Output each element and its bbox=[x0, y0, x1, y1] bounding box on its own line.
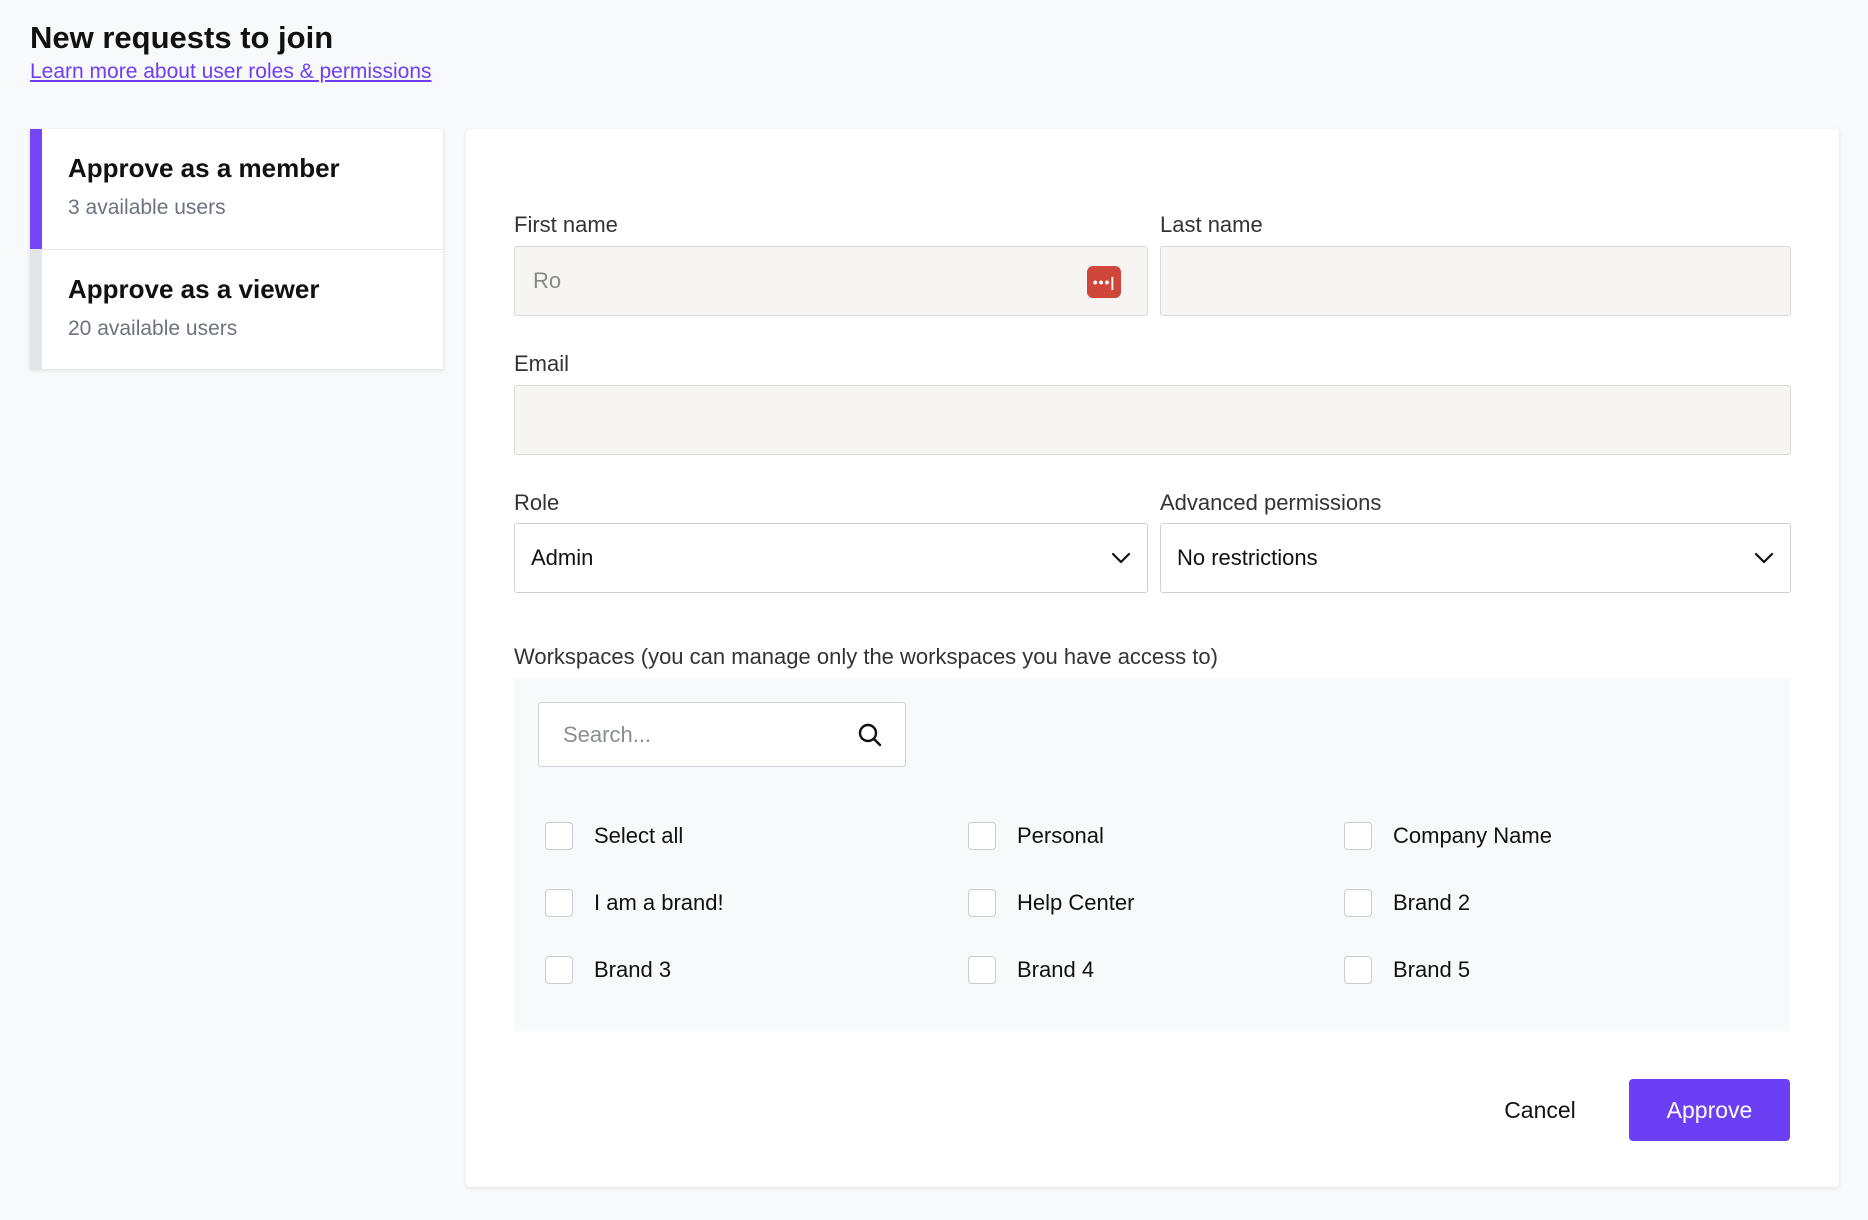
advanced-permissions-label: Advanced permissions bbox=[1160, 490, 1382, 515]
workspace-checkbox-i-am-a-brand[interactable]: I am a brand! bbox=[545, 889, 724, 917]
last-name-field[interactable] bbox=[1160, 246, 1791, 316]
chevron-down-icon bbox=[1111, 552, 1131, 564]
checkbox[interactable] bbox=[545, 889, 573, 917]
checkbox-label: Brand 2 bbox=[1393, 890, 1471, 915]
workspaces-label: Workspaces (you can manage only the work… bbox=[514, 644, 1218, 669]
checkbox-label: Brand 5 bbox=[1393, 957, 1471, 982]
role-label: Role bbox=[514, 490, 560, 515]
checkbox[interactable] bbox=[968, 956, 996, 984]
checkbox-label: Help Center bbox=[1017, 890, 1135, 915]
option-title: Approve as a member bbox=[68, 153, 340, 183]
advanced-permissions-value: No restrictions bbox=[1177, 545, 1318, 570]
first-name-value: Ro bbox=[533, 268, 562, 293]
page-title: New requests to join bbox=[30, 20, 334, 55]
role-value: Admin bbox=[531, 545, 594, 570]
email-label: Email bbox=[514, 351, 570, 376]
checkbox[interactable] bbox=[1344, 956, 1372, 984]
workspace-checkbox-brand-5[interactable]: Brand 5 bbox=[1344, 956, 1470, 984]
checkbox[interactable] bbox=[545, 956, 573, 984]
role-select[interactable]: Admin bbox=[514, 523, 1148, 593]
checkbox-label: Company Name bbox=[1393, 823, 1552, 848]
workspaces-box: Select all Personal Company Name I am a … bbox=[514, 679, 1790, 1031]
workspace-checkbox-company-name[interactable]: Company Name bbox=[1344, 822, 1552, 850]
workspace-checkbox-select-all[interactable]: Select all bbox=[545, 822, 683, 850]
first-name-label: First name bbox=[514, 212, 618, 237]
approve-form-panel: First name Ro •••| Last name Email Role … bbox=[466, 129, 1839, 1187]
last-name-label: Last name bbox=[1160, 212, 1263, 237]
checkbox-label: Brand 4 bbox=[1017, 957, 1095, 982]
option-title: Approve as a viewer bbox=[68, 274, 320, 304]
workspace-checkbox-brand-4[interactable]: Brand 4 bbox=[968, 956, 1094, 984]
checkbox-label: Select all bbox=[594, 823, 684, 848]
checkbox[interactable] bbox=[1344, 822, 1372, 850]
workspace-checkbox-brand-3[interactable]: Brand 3 bbox=[545, 956, 671, 984]
workspace-checkbox-brand-2[interactable]: Brand 2 bbox=[1344, 889, 1470, 917]
option-approve-member[interactable]: Approve as a member 3 available users bbox=[30, 129, 443, 249]
advanced-permissions-select[interactable]: No restrictions bbox=[1160, 523, 1791, 593]
checkbox-label: Personal bbox=[1017, 823, 1104, 848]
option-subtitle: 20 available users bbox=[68, 317, 238, 340]
learn-more-link[interactable]: Learn more about user roles & permission… bbox=[30, 60, 432, 84]
checkbox[interactable] bbox=[1344, 889, 1372, 917]
checkbox[interactable] bbox=[545, 822, 573, 850]
chevron-down-icon bbox=[1754, 552, 1774, 564]
search-icon[interactable] bbox=[857, 722, 883, 753]
checkbox-label: I am a brand! bbox=[594, 890, 724, 915]
workspace-search-input[interactable] bbox=[563, 721, 843, 748]
checkbox[interactable] bbox=[968, 822, 996, 850]
workspace-checkbox-personal[interactable]: Personal bbox=[968, 822, 1104, 850]
cancel-button[interactable]: Cancel bbox=[1466, 1080, 1614, 1140]
option-subtitle: 3 available users bbox=[68, 196, 226, 219]
first-name-field[interactable]: Ro •••| bbox=[514, 246, 1148, 316]
email-field[interactable] bbox=[514, 385, 1791, 455]
approve-button[interactable]: Approve bbox=[1629, 1079, 1790, 1141]
checkbox-label: Brand 3 bbox=[594, 957, 672, 982]
workspace-search bbox=[538, 702, 906, 767]
approval-options: Approve as a member 3 available users Ap… bbox=[30, 129, 443, 369]
password-manager-icon[interactable]: •••| bbox=[1087, 266, 1121, 298]
checkbox[interactable] bbox=[968, 889, 996, 917]
option-approve-viewer[interactable]: Approve as a viewer 20 available users bbox=[30, 249, 443, 369]
workspace-checkbox-help-center[interactable]: Help Center bbox=[968, 889, 1134, 917]
